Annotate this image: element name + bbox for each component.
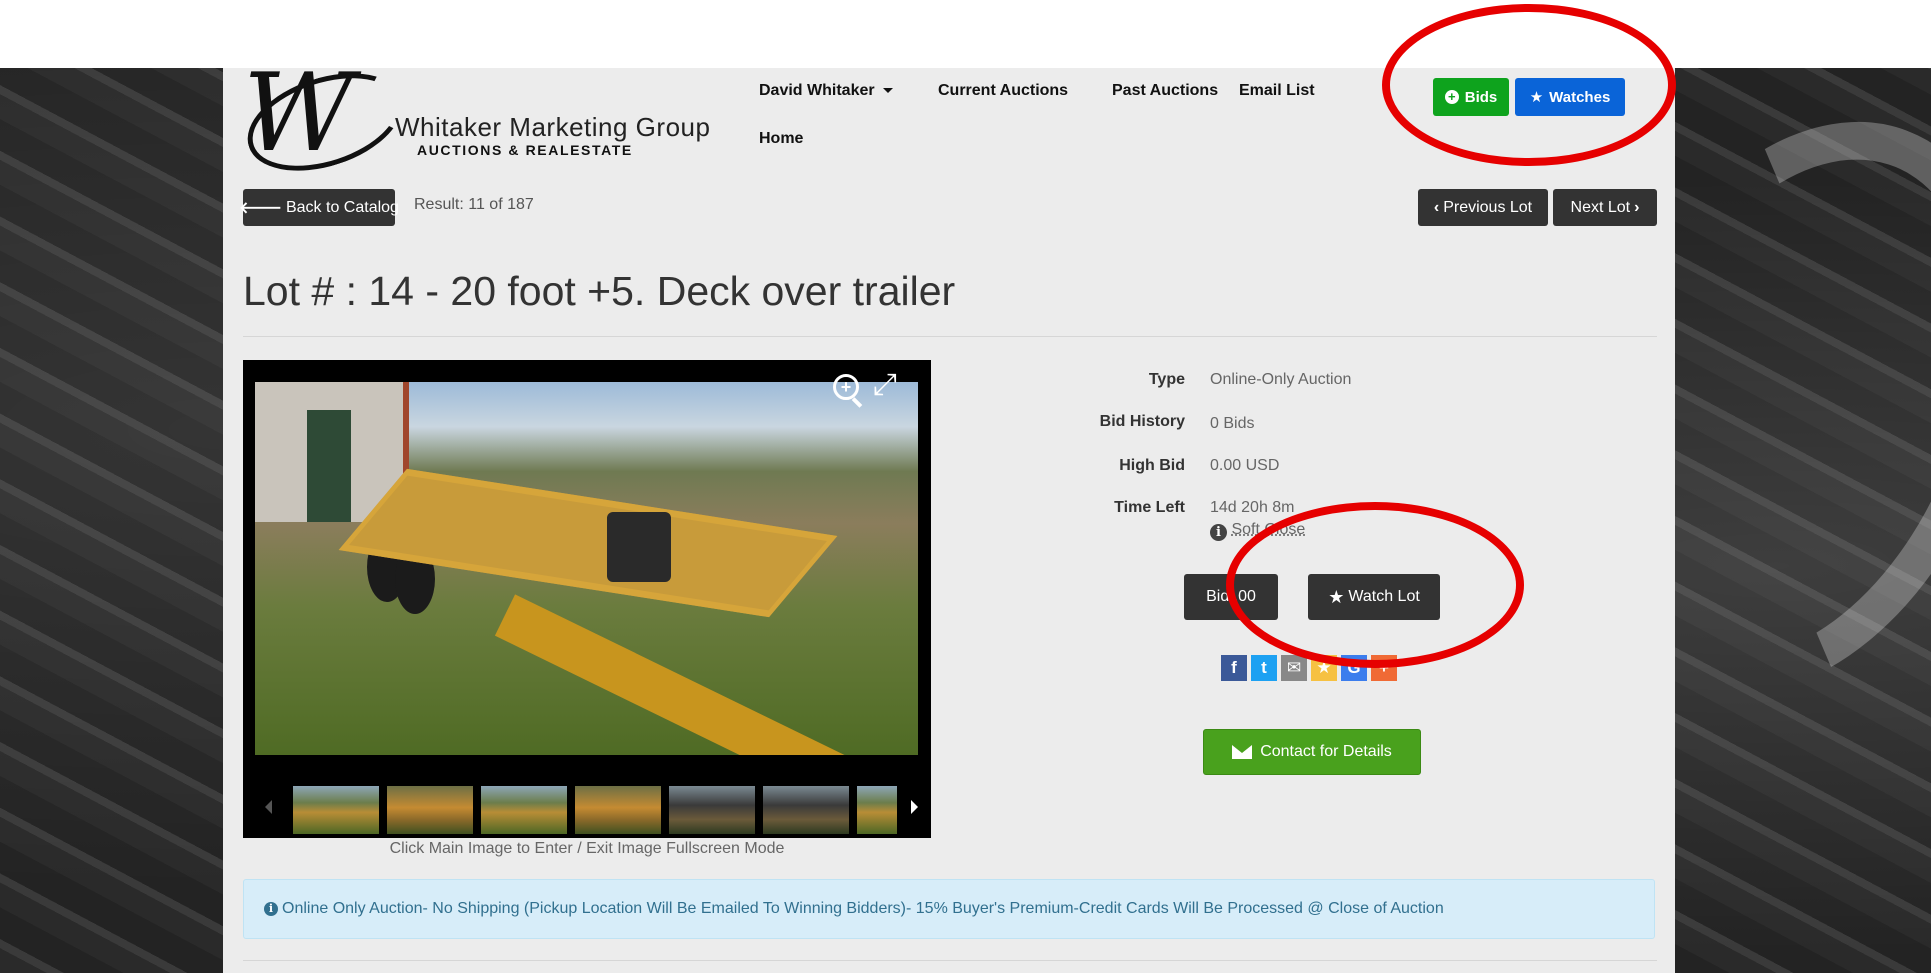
auction-notice: i Online Only Auction- No Shipping (Pick…: [243, 879, 1655, 939]
next-lot-button[interactable]: Next Lot ›: [1553, 189, 1657, 226]
previous-lot-label: Previous Lot: [1443, 198, 1533, 216]
previous-lot-button[interactable]: ‹ Previous Lot: [1418, 189, 1548, 226]
info-icon: i: [1210, 524, 1227, 541]
thumbnail[interactable]: [575, 786, 661, 834]
bid-button[interactable]: Bid .00: [1184, 574, 1278, 620]
chevron-right-icon: ›: [1634, 198, 1640, 216]
high-bid-value: 0.00 USD: [1210, 457, 1280, 474]
image-caption: Click Main Image to Enter / Exit Image F…: [389, 840, 785, 857]
main-panel: W Whitaker Marketing Group AUCTIONS & RE…: [223, 55, 1675, 973]
image-viewer: + ⤢: [243, 360, 931, 838]
nav-current-auctions[interactable]: Current Auctions: [938, 82, 1068, 100]
lot-title: Lot # : 14 - 20 foot +5. Deck over trail…: [243, 268, 956, 314]
photo-trailer-tongue: [494, 594, 857, 755]
watches-label: Watches: [1549, 88, 1611, 106]
bid-history-value[interactable]: 0 Bids: [1210, 415, 1254, 433]
contact-for-details-label: Contact for Details: [1260, 743, 1392, 760]
nav-home[interactable]: Home: [759, 130, 803, 148]
share-bar: f t ✉ ★ G +: [1221, 655, 1397, 681]
twitter-icon[interactable]: t: [1251, 655, 1277, 681]
logo-monogram: W: [243, 51, 355, 176]
thumbnail-next-arrow-icon[interactable]: [911, 800, 918, 814]
caret-down-icon: [882, 88, 893, 94]
thumbnail[interactable]: [763, 786, 849, 834]
bid-history-label: Bid History: [1099, 413, 1185, 430]
plus-circle-icon: +: [1444, 90, 1459, 104]
fullscreen-expand-icon[interactable]: ⤢: [873, 370, 897, 400]
email-icon[interactable]: ✉: [1281, 655, 1307, 681]
time-left-label: Time Left: [1114, 499, 1185, 516]
bottom-divider: [243, 960, 1657, 961]
google-icon[interactable]: G: [1341, 655, 1367, 681]
nav-past-auctions[interactable]: Past Auctions: [1112, 82, 1218, 100]
thumbnail-strip: [243, 780, 931, 838]
back-to-catalog-button[interactable]: 🡐 Back to Catalog: [239, 189, 399, 226]
auction-notice-text: Online Only Auction- No Shipping (Pickup…: [282, 900, 1444, 917]
thumbnail[interactable]: [293, 786, 379, 834]
bids-label: Bids: [1464, 88, 1498, 106]
info-icon: i: [264, 902, 278, 916]
arrow-left-icon: 🡐: [239, 200, 282, 217]
photo-winch: [607, 512, 671, 582]
main-lot-image[interactable]: [255, 382, 918, 755]
site-logo[interactable]: W Whitaker Marketing Group AUCTIONS & RE…: [235, 55, 710, 189]
thumbnail[interactable]: [857, 786, 897, 834]
thumbnail[interactable]: [481, 786, 567, 834]
thumbnail-prev-arrow-icon[interactable]: [265, 800, 272, 814]
soft-close-link[interactable]: i Soft Close: [1210, 521, 1305, 541]
watch-lot-label: Watch Lot: [1348, 588, 1420, 605]
bids-button[interactable]: + Bids: [1433, 78, 1509, 116]
facebook-icon[interactable]: f: [1221, 655, 1247, 681]
soft-close-label: Soft Close: [1231, 521, 1306, 538]
chevron-left-icon: ‹: [1433, 198, 1440, 216]
title-divider: [243, 336, 1657, 337]
type-value: Online-Only Auction: [1210, 371, 1352, 388]
envelope-icon: [1232, 745, 1253, 759]
contact-for-details-button[interactable]: Contact for Details: [1203, 729, 1421, 775]
logo-subtitle: AUCTIONS & REALESTATE: [417, 142, 633, 158]
thumbnail[interactable]: [387, 786, 473, 834]
watch-lot-button[interactable]: ★ Watch Lot: [1308, 574, 1440, 620]
type-label: Type: [1148, 371, 1185, 388]
more-icon[interactable]: +: [1371, 655, 1397, 681]
time-left-value: 14d 20h 8m: [1210, 499, 1295, 516]
back-to-catalog-label: Back to Catalog: [285, 198, 399, 216]
star-icon: ★: [1328, 586, 1345, 607]
nav-user-menu[interactable]: David Whitaker: [759, 82, 893, 100]
next-lot-label: Next Lot: [1570, 198, 1631, 216]
photo-shed-door: [307, 410, 351, 522]
watches-button[interactable]: ★ Watches: [1515, 78, 1625, 116]
result-counter: Result: 11 of 187: [414, 196, 534, 213]
thumbnail[interactable]: [669, 786, 755, 834]
high-bid-label: High Bid: [1119, 457, 1185, 474]
logo-name: Whitaker Marketing Group: [395, 112, 711, 142]
favorite-icon[interactable]: ★: [1311, 655, 1337, 681]
nav-user-label: David Whitaker: [759, 82, 875, 99]
zoom-in-icon[interactable]: +: [833, 374, 859, 400]
star-icon: ★: [1529, 89, 1544, 106]
nav-email-list[interactable]: Email List: [1239, 82, 1315, 100]
